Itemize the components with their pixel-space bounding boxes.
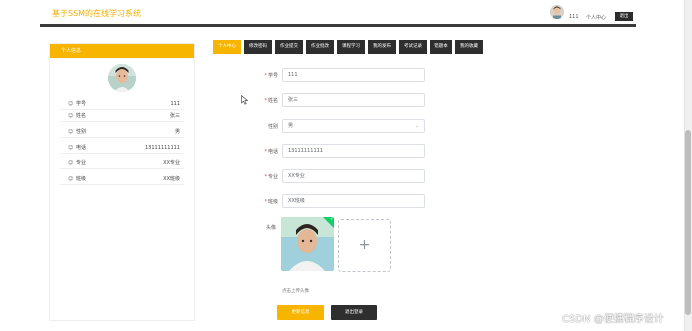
- info-row-name: ☺ 姓名 张三: [60, 110, 184, 122]
- upload-add-button[interactable]: +: [338, 219, 391, 272]
- user-avatar[interactable]: [550, 5, 564, 19]
- plus-icon: +: [358, 237, 371, 253]
- info-value: 张三: [169, 113, 180, 119]
- info-label: 电话: [76, 145, 87, 151]
- required-mark: *: [264, 73, 267, 79]
- field-label-text: 专业: [267, 174, 278, 180]
- info-value: 13111111111: [145, 145, 180, 151]
- required-mark: *: [264, 174, 267, 180]
- major-input[interactable]: XX专业: [282, 169, 425, 183]
- info-value: XX专业: [163, 160, 180, 166]
- info-label: 学号: [76, 101, 87, 107]
- required-mark: *: [264, 199, 267, 205]
- tab-my-posts[interactable]: 我的发布: [368, 40, 396, 54]
- username-label: 111: [569, 14, 579, 20]
- info-label: 姓名: [76, 113, 87, 119]
- field-label-text: 姓名: [267, 98, 278, 104]
- field-label-student-id: *学号: [218, 72, 278, 79]
- tab-change-password[interactable]: 修改密码: [244, 40, 272, 54]
- profile-card: 个人信息 ☺ 学号 111 ☺ 姓名 张三 ☺ 性别 男 ☺ 电话 131111…: [49, 43, 195, 321]
- logout-button[interactable]: 退出登录: [331, 305, 377, 320]
- info-row-phone: ☺ 电话 13111111111: [60, 142, 184, 154]
- header-divider: [40, 24, 636, 27]
- info-label: 班级: [76, 176, 87, 182]
- info-value: XX班级: [163, 176, 180, 182]
- info-label: 性别: [76, 129, 87, 135]
- gender-select-value: 男: [288, 123, 294, 129]
- user-icon: ☺: [68, 160, 74, 166]
- profile-card-heading: 个人信息: [50, 44, 194, 58]
- tab-my-favorites[interactable]: 我的收藏: [455, 40, 483, 54]
- user-icon: ☺: [68, 129, 74, 135]
- field-label-phone: *电话: [218, 148, 278, 155]
- user-center-link[interactable]: 个人中心: [586, 14, 606, 21]
- user-icon: ☺: [68, 113, 74, 119]
- name-input[interactable]: 张三: [282, 93, 425, 107]
- tab-exam-records[interactable]: 考试记录: [399, 40, 427, 54]
- tab-course-study[interactable]: 课程学习: [337, 40, 365, 54]
- required-mark: *: [264, 149, 267, 155]
- required-mark: *: [264, 98, 267, 104]
- info-row-gender: ☺ 性别 男: [60, 126, 184, 138]
- user-icon: ☺: [68, 145, 74, 151]
- site-title[interactable]: 基于SSM的在线学习系统: [52, 8, 141, 19]
- top-header: 基于SSM的在线学习系统 111 个人中心 退出: [0, 0, 692, 24]
- page-scrollbar-thumb[interactable]: [685, 130, 691, 315]
- tab-homework-submit[interactable]: 作业提交: [275, 40, 303, 54]
- tab-homework-grading[interactable]: 作业批改: [306, 40, 334, 54]
- info-value: 111: [170, 101, 180, 107]
- info-value: 男: [174, 129, 180, 135]
- info-row-major: ☺ 专业 XX专业: [60, 157, 184, 169]
- field-label-class: *班级: [218, 198, 278, 205]
- chevron-down-icon[interactable]: ⌄: [415, 120, 419, 132]
- profile-avatar: [108, 64, 136, 92]
- field-label-text: 电话: [267, 149, 278, 155]
- gender-select[interactable]: 男 ⌄: [282, 119, 425, 133]
- header-logout-button[interactable]: 退出: [615, 12, 633, 21]
- field-label-gender: 性别: [218, 123, 278, 130]
- check-icon: ✓: [329, 217, 334, 223]
- upload-tip: 点击上传头像: [282, 289, 309, 294]
- info-row-class: ☺ 班级 XX班级: [60, 173, 184, 185]
- field-label-major: *专业: [218, 173, 278, 180]
- field-label-text: 性别: [267, 124, 278, 130]
- student-id-input[interactable]: 111: [282, 68, 425, 82]
- field-label-text: 班级: [267, 199, 278, 205]
- update-info-button[interactable]: 更新信息: [277, 305, 324, 320]
- user-icon: ☺: [68, 101, 74, 107]
- field-label-avatar: 头像: [265, 225, 276, 231]
- mouse-cursor-icon: [241, 95, 249, 105]
- uploaded-avatar-preview[interactable]: ✓: [281, 217, 334, 271]
- watermark: CSDN @便捷程序设计: [562, 314, 664, 325]
- user-icon: ☺: [68, 176, 74, 182]
- tab-user-center[interactable]: 个人中心: [213, 40, 241, 54]
- info-label: 专业: [76, 160, 87, 166]
- class-input[interactable]: XX班级: [282, 194, 425, 208]
- phone-input[interactable]: 13111111111: [282, 144, 425, 158]
- tab-wrong-questions[interactable]: 错题本: [430, 40, 452, 54]
- field-label-text: 学号: [267, 73, 278, 79]
- info-row-student-id: ☺ 学号 111: [60, 98, 184, 110]
